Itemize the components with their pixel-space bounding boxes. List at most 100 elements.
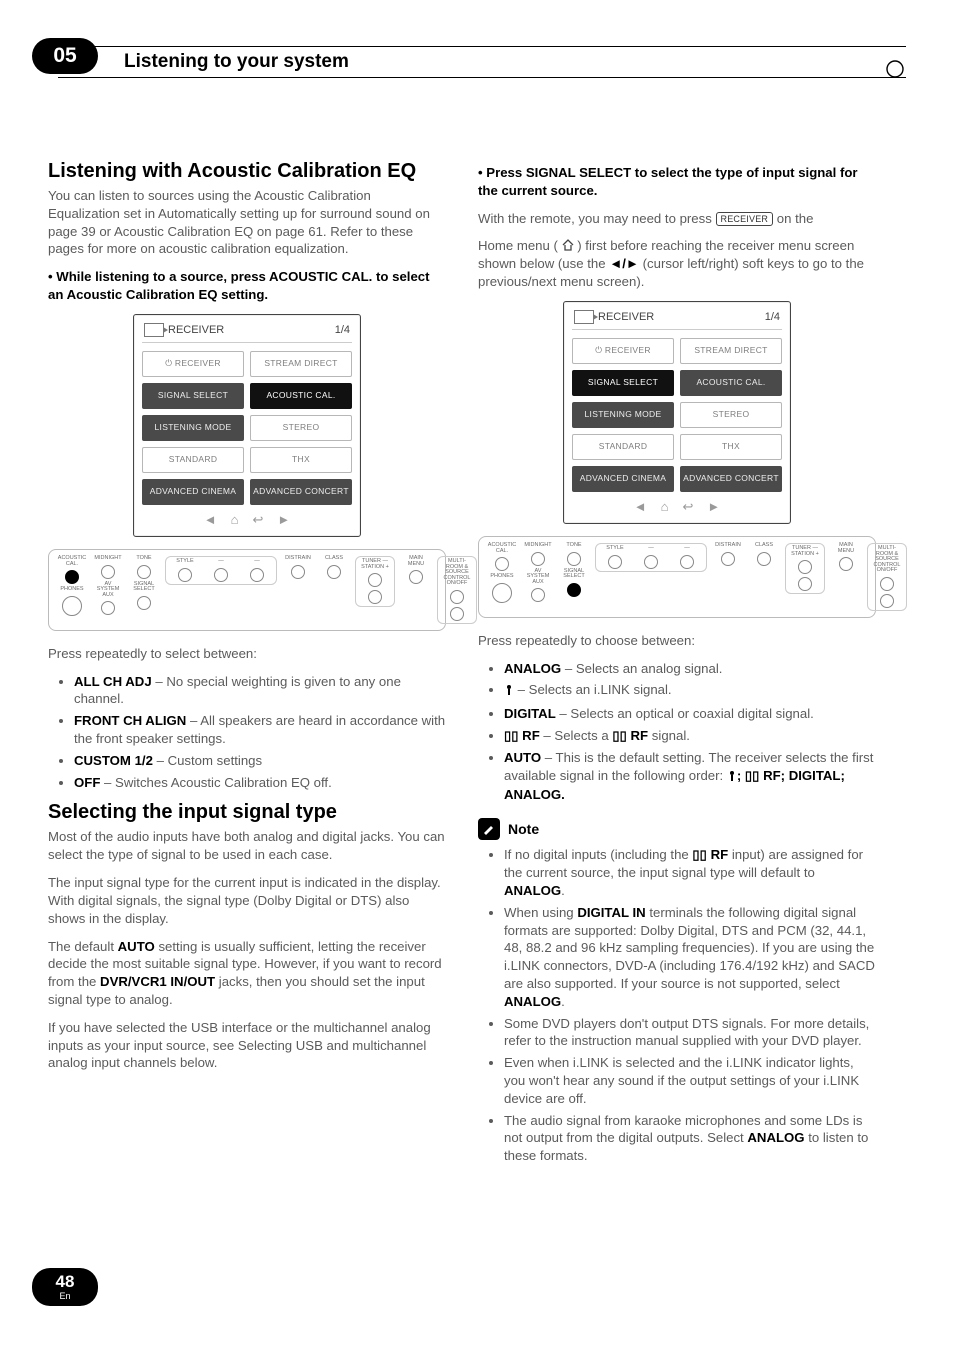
rs-l-lbl: TUNER — STATION + (360, 559, 390, 570)
rs-r-btn (495, 557, 509, 571)
cell-signal-select: SIGNAL SELECT (142, 383, 244, 409)
rs-l-lbl: CLASS (325, 556, 343, 562)
cell-thx: THX (680, 434, 782, 460)
rs-l-lbl2: AV SYSTEM AUX (93, 582, 123, 599)
rs-r-btn (798, 560, 812, 574)
cell-stream-direct: STREAM DIRECT (680, 338, 782, 364)
rs-l-btn (101, 565, 115, 579)
nav-right-icon: ► (277, 511, 290, 529)
panel-head-label: RECEIVER (168, 323, 224, 338)
rs-r-lbl: DISTRAIN (715, 543, 741, 549)
left-p2: Most of the audio inputs have both analo… (48, 828, 446, 864)
receiver-device-icon (574, 310, 594, 324)
rs-l-btn (327, 565, 341, 579)
rs-l-lbl: — (254, 559, 260, 565)
header-tail-decoration (884, 58, 906, 80)
rs-r-lbl: CLASS (755, 543, 773, 549)
panel-head-label: RECEIVER (598, 310, 654, 325)
note-label: Note (508, 820, 539, 839)
cell-stream-direct: STREAM DIRECT (250, 351, 352, 377)
cell-adv-concert: ADVANCED CONCERT (680, 466, 782, 492)
left-column: Listening with Acoustic Calibration EQ Y… (48, 160, 446, 1175)
ilink-icon (504, 683, 514, 701)
rs-l-lbl: MULTI-ROOM & SOURCE CONTROL ON/OFF (442, 559, 472, 587)
list-item: ANALOG – Selects an analog signal. (504, 660, 876, 678)
rs-l-lbl: MIDNIGHT (94, 556, 121, 562)
rs-r-btn (721, 552, 735, 566)
rs-l-btn (368, 573, 382, 587)
rs-r-lbl: MIDNIGHT (524, 543, 551, 549)
rs-r-btn (757, 552, 771, 566)
right-column: Press SIGNAL SELECT to select the type o… (478, 160, 876, 1175)
list-item: OFF – Switches Acoustic Calibration EQ o… (74, 774, 446, 792)
nav-back-icon: ↩ (682, 498, 693, 516)
cell-adv-cinema: ADVANCED CINEMA (572, 466, 674, 492)
panel-head-page: 1/4 (765, 310, 780, 325)
left-heading-2: Selecting the input signal type (48, 801, 446, 824)
rs-l-btn (250, 568, 264, 582)
list-item: DIGITAL – Selects an optical or coaxial … (504, 705, 876, 723)
nav-back-icon: ↩ (252, 511, 263, 529)
rs-r-lbl: — (684, 546, 690, 552)
rs-r-btn (798, 577, 812, 591)
nav-left-icon: ◄ (634, 498, 647, 516)
cell-listening-mode: LISTENING MODE (142, 415, 244, 441)
page-number-badge: 48 En (32, 1268, 98, 1306)
chapter-title: Listening to your system (124, 51, 349, 73)
cell-signal-select: SIGNAL SELECT (572, 370, 674, 396)
rs-l-btn (214, 568, 228, 582)
chapter-bar: Listening to your system (58, 46, 906, 78)
right-press-repeatedly: Press repeatedly to choose between: (478, 632, 876, 650)
nav-home-icon: ⌂ (231, 511, 239, 529)
left-p4: If you have selected the USB interface o… (48, 1019, 446, 1072)
rs-r-btn2 (531, 588, 545, 602)
rs-l-btn2 (101, 601, 115, 615)
cell-standard: STANDARD (572, 434, 674, 460)
cell-adv-concert: ADVANCED CONCERT (250, 479, 352, 505)
cell-acoustic-cal: ACOUSTIC CAL. (680, 370, 782, 396)
home-icon (562, 238, 574, 250)
rs-r-lbl: MULTI-ROOM & SOURCE CONTROL ON/OFF (872, 546, 902, 574)
rs-r-btn (531, 552, 545, 566)
ilink-icon (727, 769, 737, 787)
rs-l-btn (137, 565, 151, 579)
rs-l-btn (450, 590, 464, 604)
rs-l-btn (450, 607, 464, 621)
rs-l-lbl: TONE (136, 556, 151, 562)
rs-r-lbl: TUNER — STATION + (790, 546, 820, 557)
note-icon (478, 818, 500, 840)
rs-r-lbl: — (648, 546, 654, 552)
cell-stereo: STEREO (680, 402, 782, 428)
page-lang: En (59, 1292, 70, 1301)
list-item: ALL CH ADJ – No special weighting is giv… (74, 673, 446, 709)
list-item: AUTO – This is the default setting. The … (504, 749, 876, 804)
list-item: ▯▯ RF – Selects a ▯▯ RF signal. (504, 727, 876, 745)
rs-r-btn-signal-select (567, 583, 581, 597)
remote-strip-left: ACOUSTIC CAL.PHONES MIDNIGHTAV SYSTEM AU… (48, 549, 446, 631)
rs-r-phones (492, 583, 512, 603)
receiver-remote-button-icon: RECEIVER (716, 212, 774, 226)
rs-l-lbl: ACOUSTIC CAL. (57, 556, 87, 567)
receiver-screen-left: RECEIVER 1/4 ⏻ RECEIVER STREAM DIRECT SI… (133, 314, 361, 537)
rs-l-btn (368, 590, 382, 604)
rs-l-lbl: DISTRAIN (285, 556, 311, 562)
nav-left-icon: ◄ (204, 511, 217, 529)
receiver-device-icon (144, 323, 164, 337)
remote-strip-right: ACOUSTIC CAL.PHONES MIDNIGHTAV SYSTEM AU… (478, 536, 876, 618)
left-instruction-1: While listening to a source, press ACOUS… (48, 268, 446, 304)
right-mode-list: ANALOG – Selects an analog signal. – Sel… (478, 660, 876, 805)
rs-r-btn (644, 555, 658, 569)
cell-stereo: STEREO (250, 415, 352, 441)
rs-r-lbl: TONE (566, 543, 581, 549)
rs-r-btn (880, 577, 894, 591)
left-press-repeatedly: Press repeatedly to select between: (48, 645, 446, 663)
rs-l-lbl: — (218, 559, 224, 565)
note-heading: Note (478, 818, 876, 840)
list-item: Even when i.LINK is selected and the i.L… (504, 1054, 876, 1107)
cell-thx: THX (250, 447, 352, 473)
page-number: 48 (56, 1273, 75, 1290)
list-item: Some DVD players don't output DTS signal… (504, 1015, 876, 1051)
rs-r-lbl: ACOUSTIC CAL. (487, 543, 517, 554)
rs-l-phones (62, 596, 82, 616)
cell-standard: STANDARD (142, 447, 244, 473)
